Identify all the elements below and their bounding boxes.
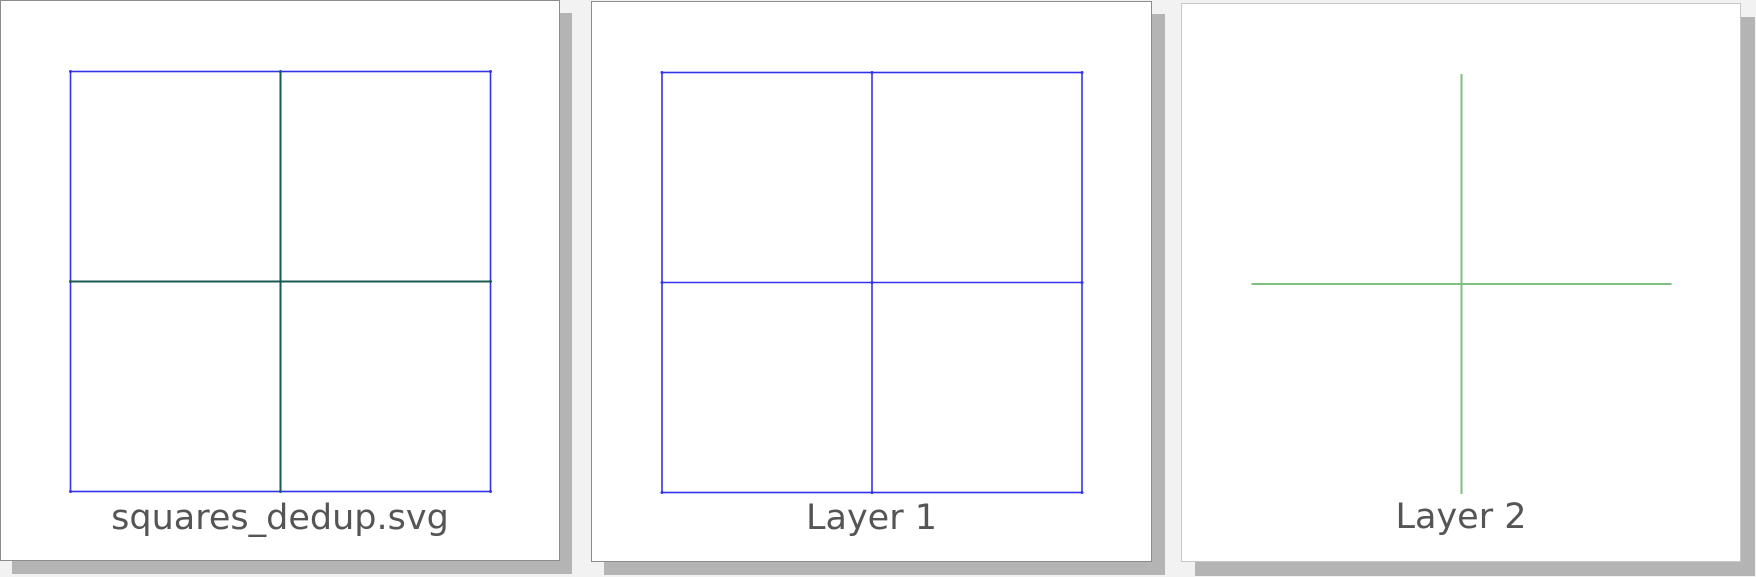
- node-point: [69, 280, 72, 283]
- node-point: [489, 280, 492, 283]
- node-point: [69, 490, 72, 493]
- node-point: [279, 70, 282, 73]
- node-point: [1080, 491, 1084, 494]
- panel-layer-2: Layer 2: [1181, 3, 1741, 562]
- node-point: [660, 71, 664, 74]
- panel-caption: Layer 1: [806, 498, 937, 538]
- node-point: [279, 280, 282, 283]
- node-point: [870, 281, 874, 284]
- node-point: [489, 70, 492, 73]
- node-point: [660, 491, 664, 494]
- panel-layer-1: Layer 1: [591, 1, 1152, 562]
- node-point: [69, 70, 72, 73]
- node-point: [660, 281, 664, 284]
- node-point: [870, 71, 874, 74]
- drawing-layer-1: [660, 71, 1084, 494]
- node-point: [1080, 71, 1084, 74]
- panel-caption: squares_dedup.svg: [111, 498, 449, 538]
- node-point: [870, 491, 874, 494]
- drawing-squares-dedup: [69, 70, 492, 493]
- node-point: [489, 490, 492, 493]
- panel-caption: Layer 2: [1395, 497, 1527, 537]
- drawing-layer-2: [1251, 74, 1672, 494]
- panel-squares-dedup: squares_dedup.svg: [0, 0, 560, 561]
- node-point: [1080, 281, 1084, 284]
- node-point: [279, 490, 282, 493]
